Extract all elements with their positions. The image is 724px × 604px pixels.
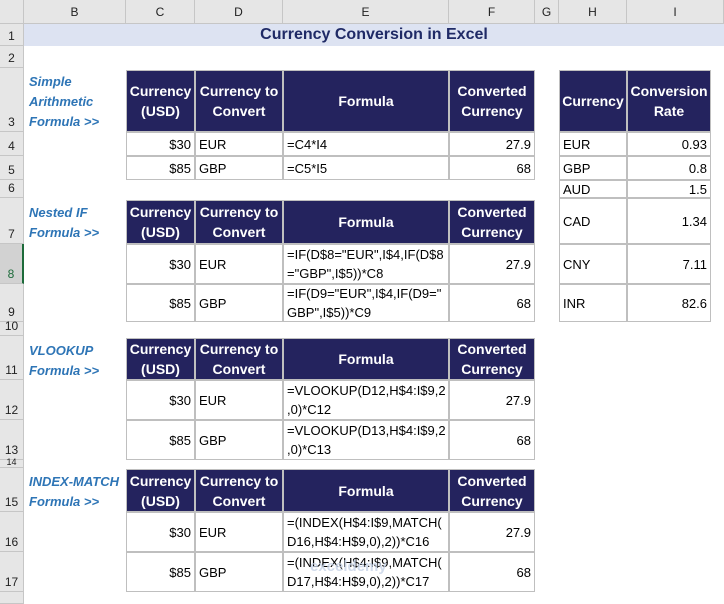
- header-currency-usd[interactable]: Currency (USD): [126, 469, 195, 512]
- column-header-d[interactable]: D: [195, 0, 283, 24]
- cell-d16[interactable]: EUR: [195, 512, 283, 552]
- row-header-2[interactable]: 2: [0, 46, 24, 68]
- cell-c8[interactable]: $30: [126, 244, 195, 284]
- column-header-c[interactable]: C: [126, 0, 195, 24]
- column-header-e[interactable]: E: [283, 0, 449, 24]
- cell-e12[interactable]: =VLOOKUP(D12,H$4:I$9,2 ,0)*C12: [283, 380, 449, 420]
- row-header-10[interactable]: 10: [0, 319, 24, 336]
- row-header-11[interactable]: 11: [0, 336, 24, 380]
- cell-e16[interactable]: =(INDEX(H$4:I$9,MATCH( D16,H$4:H$9,0),2)…: [283, 512, 449, 552]
- row-header-8[interactable]: 8: [0, 244, 24, 284]
- cell-i6[interactable]: 1.5: [627, 180, 711, 198]
- row-header-13[interactable]: 13: [0, 420, 24, 460]
- header-formula[interactable]: Formula: [283, 200, 449, 244]
- row-header-9[interactable]: 9: [0, 284, 24, 322]
- cell-e8[interactable]: =IF(D$8="EUR",I$4,IF(D$8 ="GBP",I$5))*C8: [283, 244, 449, 284]
- header-currency[interactable]: Currency: [559, 70, 627, 132]
- row-header-5[interactable]: 5: [0, 156, 24, 180]
- spreadsheet: B C D E F G H I 1 2 3 4 5 6 7 8 9 10 11 …: [0, 0, 724, 604]
- row-header-7[interactable]: 7: [0, 198, 24, 244]
- row-header-14[interactable]: 14: [0, 457, 24, 468]
- cell-e13[interactable]: =VLOOKUP(D13,H$4:I$9,2 ,0)*C13: [283, 420, 449, 460]
- header-formula[interactable]: Formula: [283, 338, 449, 380]
- header-formula[interactable]: Formula: [283, 70, 449, 132]
- header-currency-usd[interactable]: Currency (USD): [126, 200, 195, 244]
- cell-d13[interactable]: GBP: [195, 420, 283, 460]
- cell-c13[interactable]: $85: [126, 420, 195, 460]
- column-header-b[interactable]: B: [24, 0, 126, 24]
- header-converted-currency[interactable]: Converted Currency: [449, 70, 535, 132]
- cell-i8[interactable]: 7.11: [627, 244, 711, 284]
- cell-h4[interactable]: EUR: [559, 132, 627, 156]
- cell-c12[interactable]: $30: [126, 380, 195, 420]
- row-header-6[interactable]: 6: [0, 180, 24, 198]
- label-nested-if[interactable]: Nested IF Formula >>: [29, 203, 99, 243]
- row-header-18[interactable]: [0, 592, 24, 604]
- column-header-h[interactable]: H: [559, 0, 627, 24]
- sheet-title[interactable]: Currency Conversion in Excel: [24, 24, 724, 46]
- row-header-15[interactable]: 15: [0, 468, 24, 512]
- cell-f4[interactable]: 27.9: [449, 132, 535, 156]
- cell-h7[interactable]: CAD: [559, 198, 627, 244]
- column-header-g[interactable]: G: [535, 0, 559, 24]
- cell-f13[interactable]: 68: [449, 420, 535, 460]
- row-header-12[interactable]: 12: [0, 380, 24, 420]
- cell-h9[interactable]: INR: [559, 284, 627, 322]
- cell-i4[interactable]: 0.93: [627, 132, 711, 156]
- cell-d9[interactable]: GBP: [195, 284, 283, 322]
- label-index-match[interactable]: INDEX-MATCH Formula >>: [29, 472, 119, 512]
- cell-i7[interactable]: 1.34: [627, 198, 711, 244]
- cell-d4[interactable]: EUR: [195, 132, 283, 156]
- cell-f5[interactable]: 68: [449, 156, 535, 180]
- header-conversion-rate[interactable]: Conversion Rate: [627, 70, 711, 132]
- cell-h5[interactable]: GBP: [559, 156, 627, 180]
- cell-i5[interactable]: 0.8: [627, 156, 711, 180]
- select-all-corner[interactable]: [0, 0, 24, 24]
- cell-h8[interactable]: CNY: [559, 244, 627, 284]
- row-header-16[interactable]: 16: [0, 512, 24, 552]
- cell-f9[interactable]: 68: [449, 284, 535, 322]
- header-currency-to-convert[interactable]: Currency to Convert: [195, 70, 283, 132]
- cell-f8[interactable]: 27.9: [449, 244, 535, 284]
- header-currency-to-convert[interactable]: Currency to Convert: [195, 469, 283, 512]
- row-header-1[interactable]: 1: [0, 24, 24, 46]
- header-currency-usd[interactable]: Currency (USD): [126, 338, 195, 380]
- header-currency-to-convert[interactable]: Currency to Convert: [195, 338, 283, 380]
- cell-f17[interactable]: 68: [449, 552, 535, 592]
- cell-f16[interactable]: 27.9: [449, 512, 535, 552]
- cell-e4[interactable]: =C4*I4: [283, 132, 449, 156]
- header-currency-usd[interactable]: Currency (USD): [126, 70, 195, 132]
- cell-h6[interactable]: AUD: [559, 180, 627, 198]
- header-converted-currency[interactable]: Converted Currency: [449, 338, 535, 380]
- column-header-f[interactable]: F: [449, 0, 535, 24]
- header-currency-to-convert[interactable]: Currency to Convert: [195, 200, 283, 244]
- cell-c9[interactable]: $85: [126, 284, 195, 322]
- watermark-logo: exceldemy: [310, 558, 387, 575]
- cell-c16[interactable]: $30: [126, 512, 195, 552]
- cell-d8[interactable]: EUR: [195, 244, 283, 284]
- cell-d12[interactable]: EUR: [195, 380, 283, 420]
- label-vlookup[interactable]: VLOOKUP Formula >>: [29, 341, 99, 381]
- cell-c5[interactable]: $85: [126, 156, 195, 180]
- cell-c4[interactable]: $30: [126, 132, 195, 156]
- header-converted-currency[interactable]: Converted Currency: [449, 200, 535, 244]
- header-formula[interactable]: Formula: [283, 469, 449, 512]
- row-header-4[interactable]: 4: [0, 132, 24, 156]
- label-simple-arithmetic[interactable]: Simple Arithmetic Formula >>: [29, 72, 99, 132]
- cell-c17[interactable]: $85: [126, 552, 195, 592]
- cell-d5[interactable]: GBP: [195, 156, 283, 180]
- cell-e5[interactable]: =C5*I5: [283, 156, 449, 180]
- header-converted-currency[interactable]: Converted Currency: [449, 469, 535, 512]
- cell-f12[interactable]: 27.9: [449, 380, 535, 420]
- row-header-17[interactable]: 17: [0, 552, 24, 592]
- cell-e9[interactable]: =IF(D9="EUR",I$4,IF(D9=" GBP",I$5))*C9: [283, 284, 449, 322]
- column-header-i[interactable]: I: [627, 0, 724, 24]
- cell-d17[interactable]: GBP: [195, 552, 283, 592]
- row-header-3[interactable]: 3: [0, 68, 24, 132]
- cell-i9[interactable]: 82.6: [627, 284, 711, 322]
